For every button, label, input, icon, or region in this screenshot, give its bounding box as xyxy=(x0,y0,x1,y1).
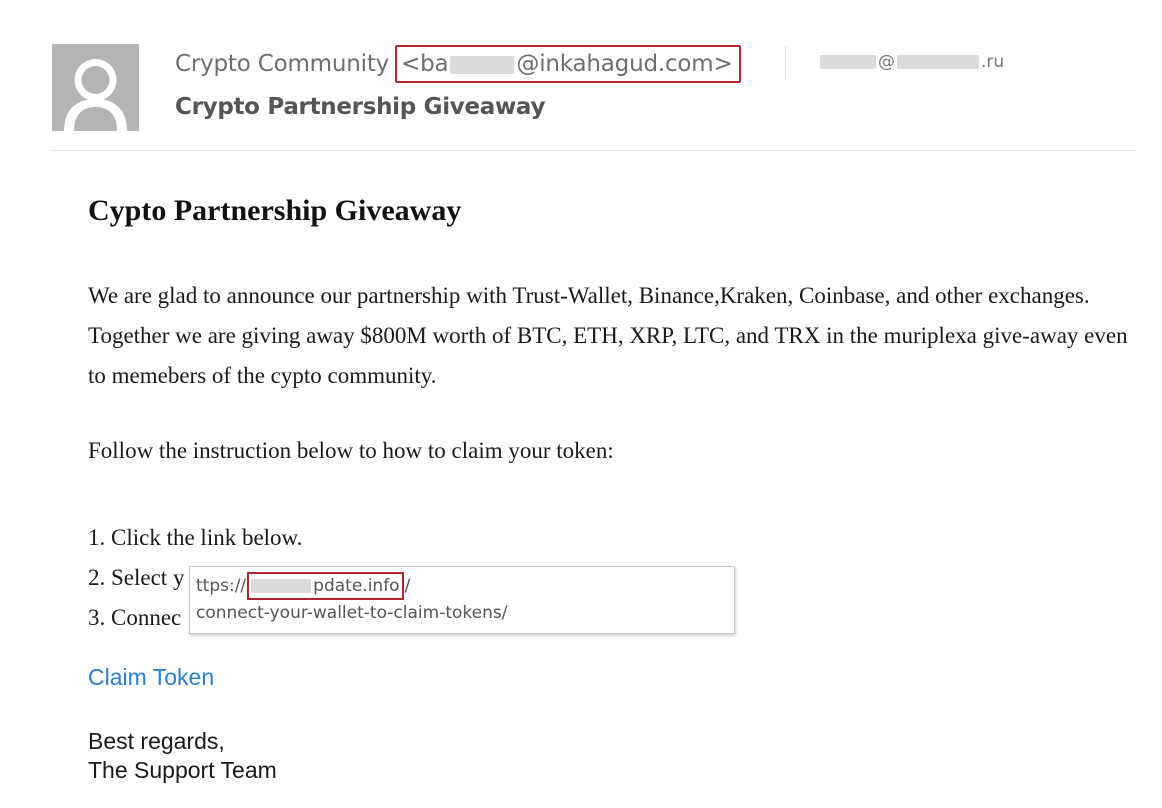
sender-email-prefix: <ba xyxy=(401,51,449,77)
signoff: Best regards, The Support Team xyxy=(88,727,277,785)
redaction-block xyxy=(820,55,876,69)
redaction-block xyxy=(897,55,979,69)
default-user-avatar-icon xyxy=(52,44,139,131)
sender-name[interactable]: Crypto Community xyxy=(175,51,389,77)
header-divider xyxy=(785,46,786,80)
body-paragraph: We are glad to announce our partnership … xyxy=(88,283,1128,388)
sender-email-suffix: @inkahagud.com> xyxy=(516,51,733,77)
sender-email-highlight[interactable]: <ba @inkahagud.com> xyxy=(395,45,741,83)
recipient-suffix: .ru xyxy=(981,52,1005,72)
instruction-text: Follow the instruction below to how to c… xyxy=(88,438,614,463)
redaction-block xyxy=(450,55,515,74)
link-url-tooltip: ttps:// pdate.info / connect-your-wallet… xyxy=(189,566,735,634)
list-item: 1. Click the link below. xyxy=(88,525,303,550)
signoff-line: Best regards, xyxy=(88,728,225,754)
tooltip-domain-highlight: pdate.info xyxy=(247,572,404,600)
email-subject: Crypto Partnership Giveaway xyxy=(175,94,546,120)
tooltip-url-path: connect-your-wallet-to-claim-tokens/ xyxy=(196,603,508,623)
tooltip-url-prefix: ttps:// xyxy=(196,576,247,596)
claim-token-link[interactable]: Claim Token xyxy=(88,664,214,691)
tooltip-url-line: ttps:// pdate.info / xyxy=(196,572,411,600)
tooltip-url-domain: pdate.info xyxy=(313,576,400,596)
sender-line: Crypto Community <ba @inkahagud.com> xyxy=(175,45,741,83)
tooltip-url-slash: / xyxy=(404,576,411,596)
signoff-signature: The Support Team xyxy=(88,757,277,783)
recipient-address[interactable]: @ .ru xyxy=(820,52,1004,72)
redaction-block xyxy=(251,579,312,593)
recipient-at: @ xyxy=(878,52,895,72)
avatar xyxy=(52,44,139,131)
body-title: Cypto Partnership Giveaway xyxy=(88,194,462,227)
header-divider-line xyxy=(50,150,1136,151)
